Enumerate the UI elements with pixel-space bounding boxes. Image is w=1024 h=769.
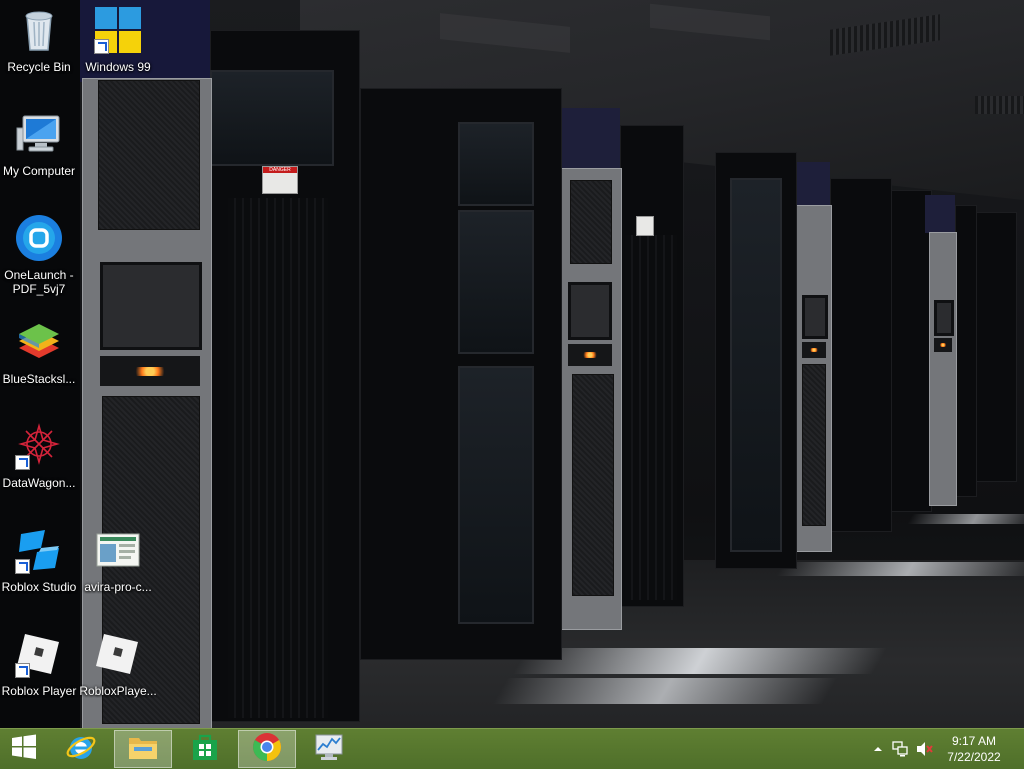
server-rack-lights [802, 342, 826, 358]
server-rack-cap [925, 195, 955, 233]
server-rack-mesh [98, 80, 200, 230]
desktop-icon-label: Roblox Studio [1, 580, 77, 594]
server-rack-mesh [802, 364, 826, 526]
desktop-icon-label: Windows 99 [85, 60, 151, 74]
start-button[interactable] [0, 730, 48, 768]
wallpaper-danger-sign [636, 216, 654, 236]
folder-icon [127, 733, 159, 766]
server-rack-door [625, 235, 677, 600]
desktop-icon-roblox-studio[interactable]: Roblox Studio [0, 520, 78, 610]
server-rack [975, 212, 1017, 482]
desktop-icon-label: Roblox Player [1, 684, 77, 698]
server-rack-screen [802, 295, 828, 339]
windows-logo-icon [11, 734, 37, 765]
desktop-icon-label: avira-pro-c... [84, 580, 152, 594]
clock-time: 9:17 AM [951, 734, 997, 748]
desktop-icon-label: Recycle Bin [7, 60, 71, 74]
shortcut-arrow-icon [94, 39, 109, 54]
performance-monitor-button[interactable] [300, 730, 358, 768]
wallpaper-light-streak [492, 678, 838, 704]
internet-explorer-icon [65, 731, 97, 768]
show-hidden-icons-chevron-icon[interactable] [872, 742, 888, 758]
network-icon[interactable] [892, 741, 908, 757]
server-rack-lights [100, 356, 200, 386]
shortcut-arrow-icon [15, 559, 30, 574]
desktop-wallpaper: DANGER [0, 0, 1024, 728]
store-button[interactable] [176, 730, 234, 768]
taskbar: 9:17 AM 7/22/2022 [0, 728, 1024, 769]
shortcut-arrow-icon [15, 455, 30, 470]
desktop-icon-avira[interactable]: avira-pro-c... [79, 520, 157, 610]
server-rack [830, 178, 892, 532]
taskbar-clock[interactable]: 9:17 AM 7/22/2022 [934, 733, 1014, 765]
wallpaper-light-streak [775, 562, 1024, 576]
system-tray: 9:17 AM 7/22/2022 [864, 729, 1024, 769]
server-rack [955, 205, 977, 497]
server-rack-screen [934, 300, 954, 336]
recycle-bin-icon [15, 6, 63, 54]
volume-muted-icon[interactable] [916, 741, 933, 757]
desktop-icon-onelaunch[interactable]: OneLaunch - PDF_5vj7 [0, 208, 78, 308]
desktop-icon-label: DataWagon... [2, 476, 76, 490]
desktop-icon-my-computer[interactable]: My Computer [0, 104, 78, 194]
desktop-icon-windows-99[interactable]: Windows 99 [79, 0, 157, 90]
chrome-button[interactable] [238, 730, 296, 768]
server-rack-screen [568, 282, 612, 340]
server-rack-lights [934, 338, 952, 352]
shortcut-arrow-icon [15, 663, 30, 678]
file-explorer-button[interactable] [114, 730, 172, 768]
server-rack-panel [929, 232, 957, 506]
danger-sign-text: DANGER [263, 167, 297, 173]
desktop-icon-label: BlueStacksl... [2, 372, 76, 386]
windows-logo-icon [94, 6, 142, 54]
server-rack-lights [568, 344, 612, 366]
monitor-chart-icon [313, 732, 345, 767]
server-rack-glass [730, 178, 782, 552]
roblox-player-icon [94, 630, 142, 678]
computer-icon [15, 110, 63, 158]
onelaunch-icon [15, 214, 63, 262]
roblox-player-icon [15, 630, 63, 678]
store-icon [190, 732, 220, 767]
wallpaper-light-streak [512, 648, 888, 674]
datawagon-icon [15, 422, 63, 470]
desktop-icon-label: RobloxPlaye... [79, 684, 157, 698]
desktop-icon-bluestacks[interactable]: BlueStacksl... [0, 312, 78, 402]
desktop-icon-label: My Computer [2, 164, 76, 178]
server-rack-screen [100, 262, 202, 350]
document-icon [94, 526, 142, 574]
desktop-icon-robloxplayer-installer[interactable]: RobloxPlaye... [79, 624, 157, 714]
server-rack-cap [556, 108, 620, 170]
wallpaper-danger-sign: DANGER [262, 166, 298, 194]
desktop-icon-roblox-player[interactable]: Roblox Player [0, 624, 78, 714]
server-rack [890, 190, 932, 512]
roblox-studio-icon [15, 526, 63, 574]
desktop-icon-datawagon[interactable]: DataWagon... [0, 416, 78, 506]
server-rack-glass [458, 122, 534, 206]
clock-date: 7/22/2022 [947, 750, 1001, 764]
server-rack-glass [210, 70, 334, 166]
wallpaper-vent [975, 96, 1024, 114]
server-rack-mesh [570, 180, 612, 264]
server-rack-glass [458, 210, 534, 354]
chrome-icon [252, 732, 282, 767]
bluestacks-icon [15, 318, 63, 366]
server-rack-mesh [572, 374, 614, 596]
internet-explorer-button[interactable] [52, 730, 110, 768]
desktop-icon-recycle-bin[interactable]: Recycle Bin [0, 0, 78, 90]
server-rack-door [228, 198, 328, 718]
desktop-icon-label: OneLaunch - PDF_5vj7 [4, 268, 74, 296]
wallpaper-light-streak [907, 514, 1024, 524]
server-rack-glass [458, 366, 534, 624]
